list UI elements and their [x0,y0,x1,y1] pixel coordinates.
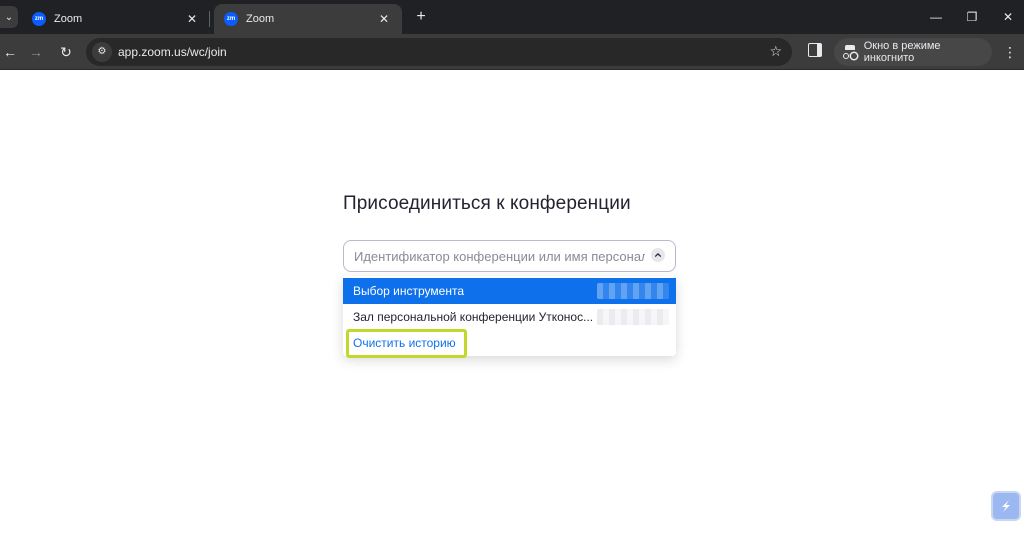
address-bar[interactable]: ⚙ app.zoom.us/wc/join ☆ [86,38,792,66]
zoom-favicon-icon: zm [32,12,46,26]
forward-arrow-icon[interactable]: → [26,42,46,62]
dropdown-item-history[interactable]: Выбор инструмента [343,278,676,304]
restore-icon[interactable]: ❐ [960,8,984,26]
tab-zoom-1[interactable]: zm Zoom ✕ [22,4,210,34]
meeting-id-input[interactable] [343,240,676,272]
reload-icon[interactable]: ↻ [56,42,76,62]
side-panel-icon[interactable] [808,43,822,57]
url-text[interactable]: app.zoom.us/wc/join [118,45,227,59]
window-close-icon[interactable]: ✕ [996,8,1020,26]
incognito-icon [842,45,858,59]
tab-title: Zoom [246,13,275,25]
bookmark-star-icon[interactable]: ☆ [769,43,782,60]
tab-separator [209,11,210,27]
site-settings-icon[interactable]: ⚙ [92,42,112,62]
floating-widget-icon[interactable] [991,491,1021,521]
tab-title: Zoom [54,13,83,25]
back-arrow-icon[interactable]: ← [0,42,20,62]
chevron-up-icon[interactable] [651,248,665,262]
zoom-favicon-icon: zm [224,12,238,26]
page-title: Присоединиться к конференции [343,193,631,214]
dropdown-item-label: Зал персональной конференции Утконос... [353,310,594,324]
close-icon[interactable]: ✕ [184,12,200,26]
redacted-meeting-id [597,309,669,325]
close-icon[interactable]: ✕ [376,12,392,26]
minimize-icon[interactable]: — [924,8,948,26]
redacted-meeting-id [597,283,669,299]
clear-history-link[interactable]: Очистить историю [353,336,456,350]
incognito-badge[interactable]: Окно в режиме инкогнито [834,38,992,66]
tab-zoom-2[interactable]: zm Zoom ✕ [214,4,402,34]
history-dropdown: Выбор инструмента Зал персональной конфе… [343,276,676,356]
tab-search-button[interactable]: ⌄ [0,6,18,28]
dropdown-item-history[interactable]: Зал персональной конференции Утконос... [343,304,676,330]
dropdown-item-label: Выбор инструмента [353,284,464,298]
browser-tabstrip: ⌄ zm Zoom ✕ zm Zoom ✕ + — ❐ ✕ [0,0,1024,34]
incognito-label: Окно в режиме инкогнито [863,40,941,64]
more-menu-icon[interactable]: ⋮ [1002,42,1018,62]
new-tab-plus-icon[interactable]: + [412,8,430,26]
browser-toolbar: ← → ↻ ⚙ app.zoom.us/wc/join ☆ Окно в реж… [0,34,1024,70]
